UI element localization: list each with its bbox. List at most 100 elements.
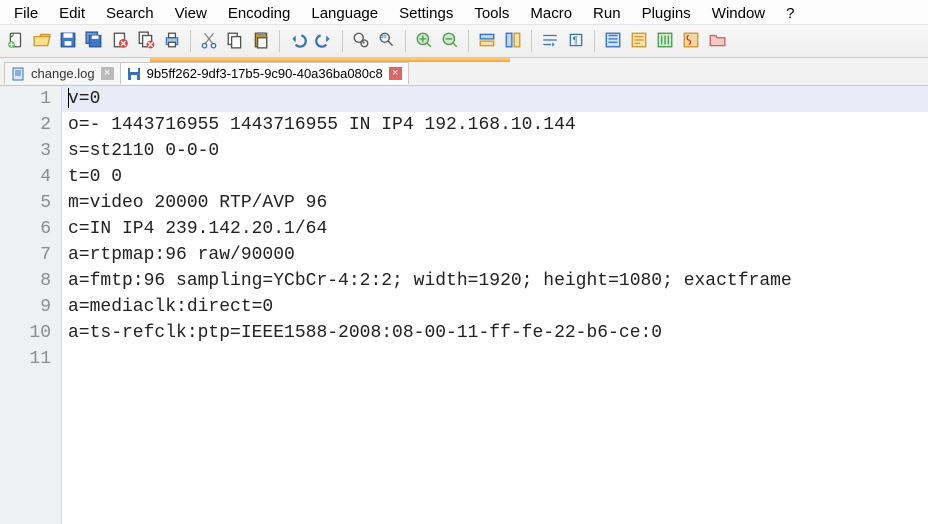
new-doc-button[interactable] <box>4 29 28 53</box>
code-line[interactable]: a=mediaclk:direct=0 <box>62 294 928 320</box>
lang-color-button[interactable] <box>627 29 651 53</box>
line-number: 11 <box>0 346 51 372</box>
menu-bar: FileEditSearchViewEncodingLanguageSettin… <box>0 0 928 24</box>
doc-blue-icon <box>11 67 25 81</box>
open-button[interactable] <box>30 29 54 53</box>
close-button[interactable] <box>108 29 132 53</box>
print-button[interactable] <box>160 29 184 53</box>
line-number: 10 <box>0 320 51 346</box>
open-icon <box>33 31 51 52</box>
line-number: 2 <box>0 112 51 138</box>
zoom-in-button[interactable] <box>412 29 436 53</box>
sync-h-icon <box>504 31 522 52</box>
zoom-out-button[interactable] <box>438 29 462 53</box>
zoom-in-icon <box>415 31 433 52</box>
code-area[interactable]: v=0o=- 1443716955 1443716955 IN IP4 192.… <box>62 86 928 524</box>
line-number: 3 <box>0 138 51 164</box>
redo-button[interactable] <box>312 29 336 53</box>
indent-guide-button[interactable] <box>601 29 625 53</box>
tab-label: 9b5ff262-9df3-17b5-9c90-40a36ba080c8 <box>147 66 383 81</box>
menu-plugins[interactable]: Plugins <box>632 3 701 24</box>
show-all-button[interactable]: ¶ <box>564 29 588 53</box>
menu-help[interactable]: ? <box>776 3 804 24</box>
func-list-button[interactable] <box>679 29 703 53</box>
tab-strip: change.log×9b5ff262-9df3-17b5-9c90-40a36… <box>0 58 928 86</box>
doc-map-button[interactable] <box>653 29 677 53</box>
new-doc-icon <box>7 31 25 52</box>
menu-tools[interactable]: Tools <box>464 3 519 24</box>
menu-window[interactable]: Window <box>702 3 775 24</box>
menu-language[interactable]: Language <box>301 3 388 24</box>
save-all-icon <box>85 31 103 52</box>
close-icon <box>111 31 129 52</box>
code-line[interactable]: v=0 <box>62 86 928 112</box>
doc-map-icon <box>656 31 674 52</box>
print-icon <box>163 31 181 52</box>
tab-1[interactable]: 9b5ff262-9df3-17b5-9c90-40a36ba080c8 × <box>120 62 409 84</box>
code-line[interactable]: a=rtpmap:96 raw/90000 <box>62 242 928 268</box>
find-button[interactable] <box>349 29 373 53</box>
line-number: 7 <box>0 242 51 268</box>
tab-close-icon[interactable]: × <box>101 67 114 80</box>
text-caret <box>68 88 69 108</box>
paste-icon <box>252 31 270 52</box>
toolbar-separator <box>405 30 406 52</box>
paste-button[interactable] <box>249 29 273 53</box>
tab-0[interactable]: change.log × <box>4 62 121 84</box>
find-icon <box>352 31 370 52</box>
close-all-icon <box>137 31 155 52</box>
wrap-button[interactable] <box>538 29 562 53</box>
line-number: 9 <box>0 294 51 320</box>
line-number: 1 <box>0 86 51 112</box>
func-list-icon <box>682 31 700 52</box>
save-all-button[interactable] <box>82 29 106 53</box>
menu-settings[interactable]: Settings <box>389 3 463 24</box>
line-number-gutter: 1234567891011 <box>0 86 62 524</box>
menu-file[interactable]: File <box>4 3 48 24</box>
toolbar-separator <box>468 30 469 52</box>
save-icon <box>59 31 77 52</box>
cut-button[interactable] <box>197 29 221 53</box>
code-line[interactable]: o=- 1443716955 1443716955 IN IP4 192.168… <box>62 112 928 138</box>
code-line[interactable]: a=fmtp:96 sampling=YCbCr-4:2:2; width=19… <box>62 268 928 294</box>
editor-area: 1234567891011 v=0o=- 1443716955 14437169… <box>0 86 928 524</box>
save-button[interactable] <box>56 29 80 53</box>
floppy-blue-icon <box>127 67 141 81</box>
menu-encoding[interactable]: Encoding <box>218 3 301 24</box>
svg-text:ab: ab <box>380 33 386 39</box>
line-number: 6 <box>0 216 51 242</box>
undo-icon <box>289 31 307 52</box>
sync-v-button[interactable] <box>475 29 499 53</box>
toolbar-separator <box>531 30 532 52</box>
menu-search[interactable]: Search <box>96 3 164 24</box>
sync-v-icon <box>478 31 496 52</box>
menu-run[interactable]: Run <box>583 3 631 24</box>
tab-label: change.log <box>31 66 95 81</box>
copy-button[interactable] <box>223 29 247 53</box>
menu-edit[interactable]: Edit <box>49 3 95 24</box>
code-line[interactable]: c=IN IP4 239.142.20.1/64 <box>62 216 928 242</box>
code-line[interactable]: a=ts-refclk:ptp=IEEE1588-2008:08-00-11-f… <box>62 320 928 346</box>
undo-button[interactable] <box>286 29 310 53</box>
code-line[interactable]: m=video 20000 RTP/AVP 96 <box>62 190 928 216</box>
zoom-out-icon <box>441 31 459 52</box>
code-line[interactable]: s=st2110 0-0-0 <box>62 138 928 164</box>
menu-view[interactable]: View <box>165 3 217 24</box>
svg-text:¶: ¶ <box>573 35 578 46</box>
menu-macro[interactable]: Macro <box>520 3 582 24</box>
copy-icon <box>226 31 244 52</box>
code-line[interactable] <box>62 346 928 372</box>
tab-close-icon[interactable]: × <box>389 67 402 80</box>
replace-icon: ab <box>378 31 396 52</box>
toolbar-separator <box>190 30 191 52</box>
redo-icon <box>315 31 333 52</box>
replace-button[interactable]: ab <box>375 29 399 53</box>
toolbar: ab ¶ <box>0 24 928 58</box>
code-line[interactable]: t=0 0 <box>62 164 928 190</box>
indent-guide-icon <box>604 31 622 52</box>
folder-button[interactable] <box>705 29 729 53</box>
close-all-button[interactable] <box>134 29 158 53</box>
line-number: 4 <box>0 164 51 190</box>
lang-color-icon <box>630 31 648 52</box>
sync-h-button[interactable] <box>501 29 525 53</box>
